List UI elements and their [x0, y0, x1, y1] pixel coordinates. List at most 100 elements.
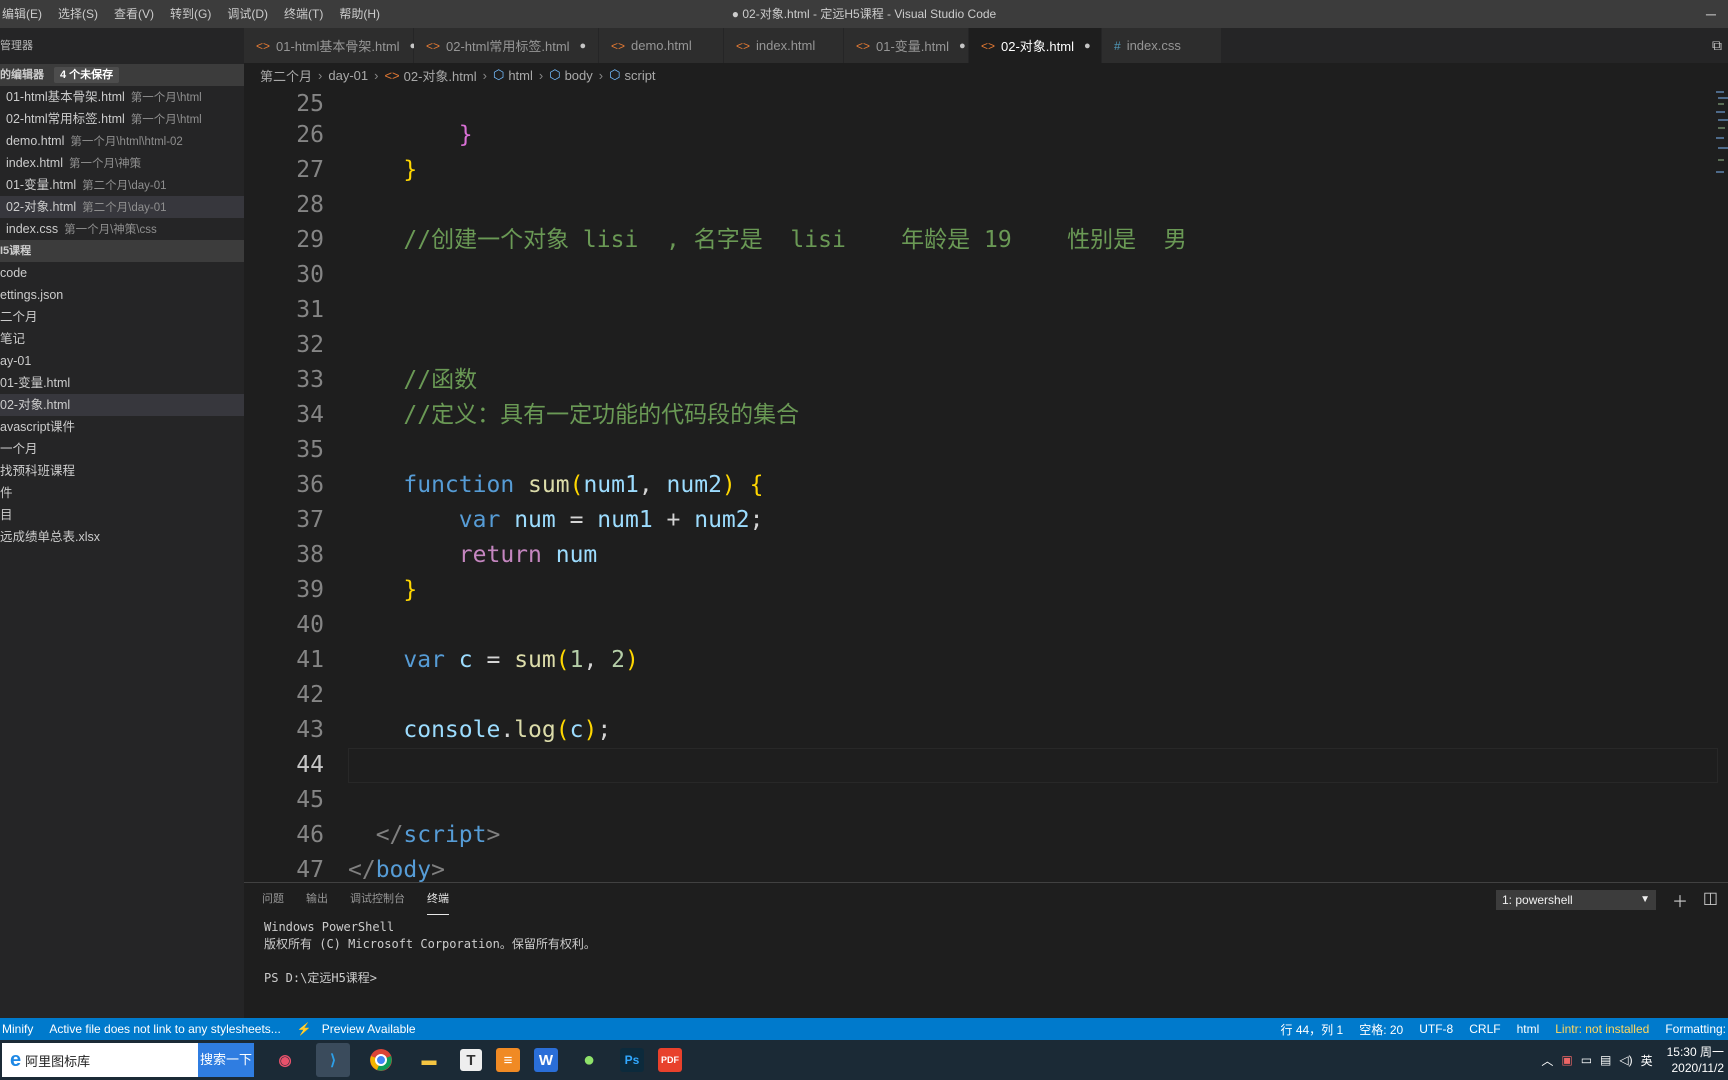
camera-app-icon[interactable]: ◉	[268, 1043, 302, 1077]
chrome-icon[interactable]	[364, 1043, 398, 1077]
code-line: 31	[244, 293, 1728, 328]
unsaved-dot-icon[interactable]: ●	[959, 40, 966, 52]
unsaved-dot-icon[interactable]: ●	[580, 40, 587, 52]
vscode-icon[interactable]: ⟩	[316, 1043, 350, 1077]
tab-html-tags[interactable]: <> 02-html常用标签.html ●	[414, 28, 599, 63]
line-number: 28	[296, 192, 324, 218]
element-icon: ⬡	[609, 67, 621, 82]
clock[interactable]: 15:30 周一 2020/11/2	[1667, 1044, 1724, 1076]
split-terminal-icon[interactable]: ◫	[1703, 888, 1718, 908]
tree-item[interactable]: 件	[0, 482, 244, 504]
code-editor[interactable]: 25 26 } 27 } 28 29 //创建一个对象 lisi , 名字是 l…	[244, 87, 1728, 882]
status-indentation[interactable]: 空格: 20	[1359, 1021, 1403, 1038]
open-editor-item[interactable]: 01-变量.html 第二个月\day-01	[0, 174, 244, 196]
line-number: 42	[296, 682, 324, 708]
menu-debug[interactable]: 调试(D)	[219, 0, 276, 28]
menu-edit[interactable]: 编辑(E)	[0, 0, 50, 28]
current-line-highlight	[348, 748, 1718, 783]
tree-item[interactable]: avascript课件	[0, 416, 244, 438]
tree-item[interactable]: 找预科班课程	[0, 460, 244, 482]
new-terminal-icon[interactable]: ＋	[1672, 888, 1688, 912]
breadcrumb-item[interactable]: day-01	[328, 68, 368, 83]
status-minify[interactable]: Minify	[2, 1022, 33, 1036]
open-editors-section[interactable]: 的编辑器 4 个未保存	[0, 64, 244, 86]
unsaved-dot-icon[interactable]: ●	[1084, 40, 1091, 52]
tree-item[interactable]: 笔记	[0, 328, 244, 350]
tab-index-html[interactable]: <> index.html	[724, 28, 844, 63]
tray-app-icon[interactable]: ▭	[1581, 1053, 1592, 1067]
menu-goto[interactable]: 转到(G)	[162, 0, 219, 28]
status-encoding[interactable]: UTF-8	[1419, 1022, 1453, 1036]
tree-item-active[interactable]: 02-对象.html	[0, 394, 244, 416]
tab-objects[interactable]: <> 02-对象.html ●	[969, 28, 1102, 63]
tree-item[interactable]: 远成绩单总表.xlsx	[0, 526, 244, 548]
status-stylesheet-warning[interactable]: Active file does not link to any stylesh…	[49, 1022, 280, 1036]
code-line: 43 console.log(c);	[244, 713, 1728, 748]
tree-item[interactable]: 二个月	[0, 306, 244, 328]
search-button[interactable]: 搜索一下	[198, 1043, 254, 1077]
notes-app-icon[interactable]: ≡	[496, 1048, 520, 1072]
status-lint[interactable]: Lintr: not installed	[1555, 1022, 1649, 1036]
open-editor-item[interactable]: 02-html常用标签.html 第一个月\html	[0, 108, 244, 130]
tree-item[interactable]: 一个月	[0, 438, 244, 460]
open-editor-item[interactable]: index.html 第一个月\神策	[0, 152, 244, 174]
breadcrumb-item[interactable]: script	[624, 68, 655, 83]
open-editor-item[interactable]: demo.html 第一个月\html\html-02	[0, 130, 244, 152]
terminal-output[interactable]: Windows PowerShell 版权所有 (C) Microsoft Co…	[244, 919, 1728, 987]
tab-index-css[interactable]: # index.css	[1102, 28, 1222, 63]
menu-help[interactable]: 帮助(H)	[331, 0, 388, 28]
breadcrumb-item[interactable]: 02-对象.html	[404, 66, 477, 85]
open-editor-item[interactable]: 01-html基本骨架.html 第一个月\html	[0, 86, 244, 108]
pdf-app-icon[interactable]: PDF	[658, 1048, 682, 1072]
minimize-icon[interactable]: ─	[1694, 0, 1728, 28]
status-formatting[interactable]: Formatting:	[1665, 1022, 1726, 1036]
photoshop-icon[interactable]: Ps	[620, 1048, 644, 1072]
menu-selection[interactable]: 选择(S)	[50, 0, 106, 28]
tab-terminal[interactable]: 终端	[427, 883, 449, 915]
network-icon[interactable]: ▤	[1600, 1053, 1611, 1067]
tab-debug-console[interactable]: 调试控制台	[350, 883, 405, 915]
breadcrumb-item[interactable]: html	[508, 68, 533, 83]
code-comment: //函数	[403, 367, 478, 393]
split-editor-icon[interactable]: ⧉	[1712, 28, 1722, 63]
status-cursor-position[interactable]: 行 44，列 1	[1281, 1021, 1344, 1038]
minimap[interactable]	[1714, 87, 1728, 207]
line-number: 29	[296, 227, 324, 253]
volume-icon[interactable]: ◁)	[1619, 1053, 1632, 1067]
brace-close: }	[403, 157, 418, 183]
lightning-icon[interactable]: ⚡	[297, 1022, 312, 1036]
menu-terminal[interactable]: 终端(T)	[276, 0, 331, 28]
file-explorer-icon[interactable]: ▬	[412, 1043, 446, 1077]
tab-problems[interactable]: 问题	[262, 883, 284, 915]
chevron-up-icon[interactable]: ︿	[1541, 1052, 1553, 1069]
breadcrumb-item[interactable]: 第二个月	[260, 66, 312, 85]
tab-html-skeleton[interactable]: <> 01-html基本骨架.html ●	[244, 28, 416, 63]
tab-output[interactable]: 输出	[306, 883, 328, 915]
tray-app-icon[interactable]: ▣	[1561, 1053, 1572, 1067]
chevron-right-icon: ›	[318, 67, 323, 83]
open-editor-item[interactable]: index.css 第一个月\神策\css	[0, 218, 244, 240]
html-file-icon: <>	[611, 38, 626, 53]
tree-item[interactable]: ay-01	[0, 350, 244, 372]
tree-item[interactable]: ettings.json	[0, 284, 244, 306]
tree-item[interactable]: 目	[0, 504, 244, 526]
line-number: 30	[296, 262, 324, 288]
folder-section[interactable]: I5课程	[0, 240, 244, 262]
ime-indicator[interactable]: 英	[1641, 1052, 1653, 1069]
search-box[interactable]: e 阿里图标库	[2, 1043, 198, 1077]
tree-item[interactable]: 01-变量.html	[0, 372, 244, 394]
typora-icon[interactable]: T	[460, 1049, 482, 1071]
status-eol[interactable]: CRLF	[1469, 1022, 1500, 1036]
tab-demo[interactable]: <> demo.html	[599, 28, 724, 63]
open-editor-item-active[interactable]: 02-对象.html 第二个月\day-01	[0, 196, 244, 218]
terminal-select[interactable]: 1: powershell ▼	[1496, 890, 1656, 910]
status-language[interactable]: html	[1517, 1022, 1540, 1036]
search-input[interactable]: 阿里图标库	[25, 1051, 90, 1070]
breadcrumb-item[interactable]: body	[565, 68, 593, 83]
menu-view[interactable]: 查看(V)	[106, 0, 162, 28]
status-preview[interactable]: Preview Available	[322, 1022, 416, 1036]
wps-writer-icon[interactable]: W	[534, 1048, 558, 1072]
tree-item[interactable]: code	[0, 262, 244, 284]
tab-variables[interactable]: <> 01-变量.html ●	[844, 28, 969, 63]
wechat-icon[interactable]: ●	[572, 1043, 606, 1077]
